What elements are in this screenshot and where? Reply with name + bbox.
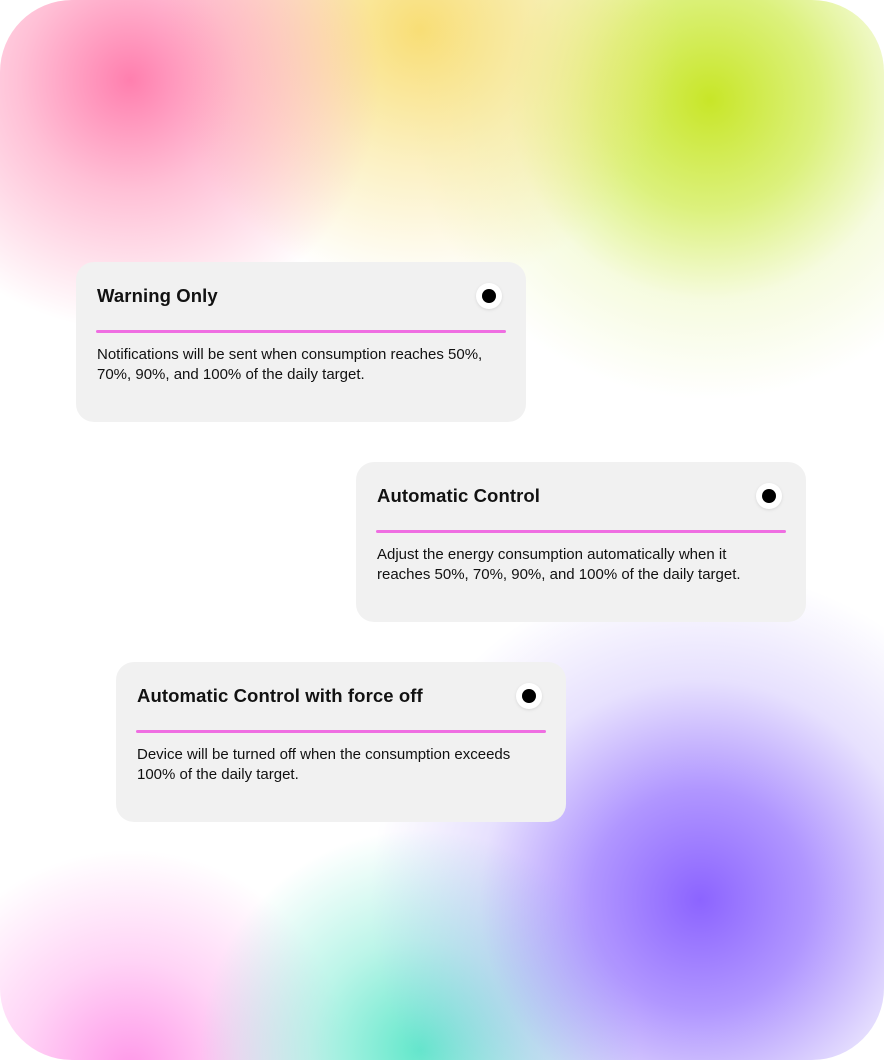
option-title: Automatic Control bbox=[377, 485, 541, 506]
radio-dot bbox=[482, 289, 496, 303]
radio-button-icon[interactable] bbox=[756, 483, 782, 509]
option-title: Automatic Control with force off bbox=[137, 685, 423, 706]
option-divider bbox=[96, 330, 506, 333]
option-card-header: Automatic Control bbox=[376, 462, 786, 530]
gradient-background: Warning Only Notifications will be sent … bbox=[0, 0, 884, 1060]
option-divider bbox=[376, 530, 786, 533]
radio-dot bbox=[522, 689, 536, 703]
radio-dot bbox=[762, 489, 776, 503]
option-card-warning-only[interactable]: Warning Only Notifications will be sent … bbox=[76, 262, 526, 422]
radio-button-icon[interactable] bbox=[516, 683, 542, 709]
option-title: Warning Only bbox=[97, 285, 218, 306]
radio-button-icon[interactable] bbox=[476, 283, 502, 309]
option-card-automatic-control[interactable]: Automatic Control Adjust the energy cons… bbox=[356, 462, 806, 622]
option-card-automatic-control-force-off[interactable]: Automatic Control with force off Device … bbox=[116, 662, 566, 822]
option-description: Notifications will be sent when consumpt… bbox=[97, 346, 483, 383]
option-description: Device will be turned off when the consu… bbox=[137, 746, 511, 783]
option-divider bbox=[136, 730, 546, 733]
option-description: Adjust the energy consumption automatica… bbox=[377, 546, 741, 583]
option-card-header: Warning Only bbox=[96, 262, 506, 330]
option-card-header: Automatic Control with force off bbox=[136, 662, 546, 730]
